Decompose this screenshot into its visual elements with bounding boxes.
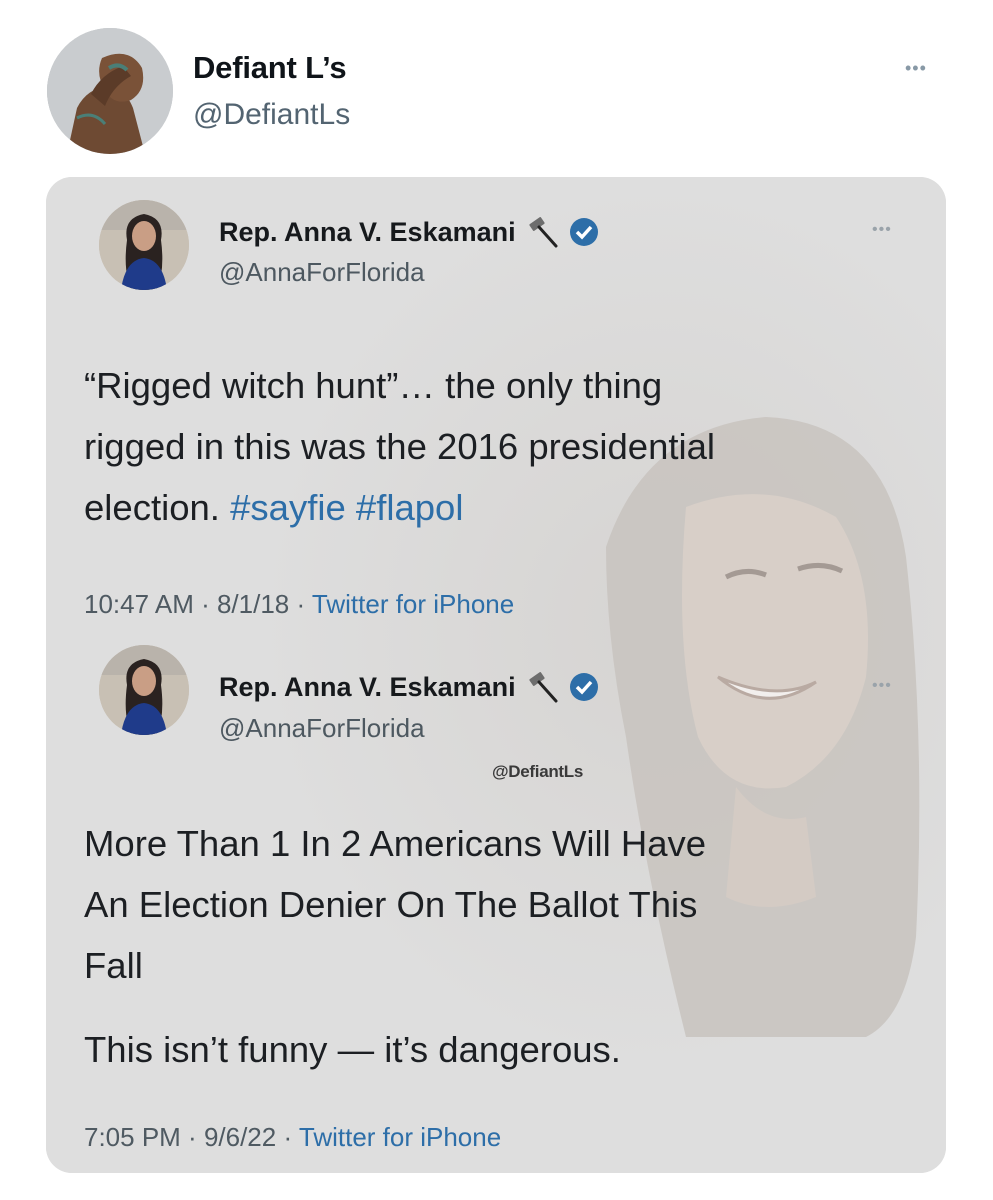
author-avatar[interactable]	[47, 28, 173, 154]
hashtag-sayfie[interactable]: #sayfie	[230, 487, 346, 528]
verified-badge-icon	[569, 218, 598, 246]
tweet2-text-line1: More Than 1 In 2 Americans Will Have	[84, 823, 707, 864]
tweet1-source[interactable]: Twitter for iPhone	[312, 589, 514, 619]
tweet1-meta: 10:47 AM · 8/1/18 · Twitter for iPhone	[84, 589, 515, 619]
tweet2-author-handle[interactable]: @AnnaForFlorida	[219, 713, 425, 744]
media-image[interactable]: Rep. Anna V. Eskamani @AnnaForFlorida ••…	[46, 177, 946, 1173]
tweet1-more-dots-icon[interactable]: •••	[872, 221, 892, 239]
tweet2-meta: 7:05 PM · 9/6/22 · Twitter for iPhone	[84, 1122, 502, 1152]
hashtag-flapol[interactable]: #flapol	[356, 487, 464, 528]
author-handle[interactable]: @DefiantLs	[193, 98, 350, 132]
tweet1-author-name[interactable]: Rep. Anna V. Eskamani	[219, 214, 600, 250]
tweet1-author-handle[interactable]: @AnnaForFlorida	[219, 257, 425, 288]
tweet2-source[interactable]: Twitter for iPhone	[299, 1122, 501, 1152]
tweet2-more-dots-icon[interactable]: •••	[872, 677, 892, 695]
tweet2-author-name[interactable]: Rep. Anna V. Eskamani	[219, 669, 600, 705]
tweet1-text-line2: rigged in this was the 2016 presidential	[84, 426, 716, 467]
watermark: @DefiantLs	[492, 762, 584, 781]
verified-badge-icon	[569, 673, 598, 701]
author-name[interactable]: Defiant L’s	[193, 50, 347, 86]
tweet1-text-line3: election. #sayfie #flapol	[84, 487, 464, 528]
tweet1-text-line1: “Rigged witch hunt”… the only thing	[84, 365, 663, 406]
tweet2-time: 7:05 PM	[84, 1122, 181, 1152]
more-dots-icon[interactable]: •••	[905, 58, 927, 79]
tweet2-text-line2: An Election Denier On The Ballot This	[84, 884, 698, 925]
tweet1-text: “Rigged witch hunt”… the only thing rigg…	[84, 355, 715, 538]
tweet2-avatar[interactable]	[99, 645, 189, 735]
tweet2-date: 9/6/22	[203, 1122, 277, 1152]
tweet2-text: More Than 1 In 2 Americans Will Have An …	[84, 813, 706, 996]
tweet1-date: 8/1/18	[216, 589, 290, 619]
hammer-icon	[528, 672, 558, 703]
tweet1-avatar[interactable]	[99, 200, 189, 290]
tweet2-text-line3: Fall	[84, 945, 143, 986]
tweet2-text-2: This isn’t funny — it’s dangerous.	[84, 1029, 621, 1070]
tweet1-time: 10:47 AM	[84, 589, 194, 619]
hammer-icon	[528, 217, 558, 248]
